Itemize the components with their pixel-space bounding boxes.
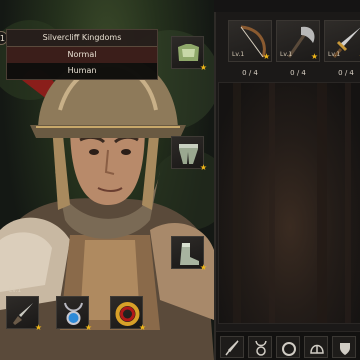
dagger-filter-icon — [225, 340, 239, 356]
filter-bar — [216, 331, 360, 360]
filter-shield-button[interactable] — [332, 336, 356, 358]
slot-level: Lv.1 — [9, 287, 22, 294]
weapon-level: Lv.1 — [328, 51, 341, 58]
weapon-star: ★ — [310, 52, 318, 61]
filter-dagger-button[interactable] — [220, 336, 244, 358]
weapon-slot-bow[interactable]: Lv.1 ★ — [228, 20, 272, 62]
legs-slot[interactable]: ★ — [171, 136, 207, 172]
character-rank: Normal — [7, 47, 157, 63]
slot-star: ★ — [199, 263, 207, 272]
character-race: Human — [7, 63, 157, 79]
amulet-slot[interactable]: ★ — [56, 296, 92, 332]
weapon-count: 0 / 4 — [338, 69, 354, 77]
filter-ring-button[interactable] — [276, 336, 300, 358]
slot-star: ★ — [84, 323, 92, 332]
kingdom-name: Silvercliff Kingdoms — [7, 30, 157, 47]
weapon-level: Lv.1 — [280, 51, 293, 58]
slot-star: ★ — [138, 323, 146, 332]
shield-filter-icon — [340, 343, 350, 355]
slot-star: ★ — [34, 323, 42, 332]
armor-slot[interactable]: ★ — [171, 36, 207, 72]
filter-helmet-button[interactable] — [304, 336, 328, 358]
weapon-row: Lv.1 ★ 0 / 4 Lv.1 ★ 0 / 4 Lv.1 ★ 0 / 4 — [222, 20, 360, 90]
boots-slot[interactable]: ★ — [171, 236, 207, 272]
slot-star: ★ — [199, 163, 207, 172]
inventory-panel: Lv.1 ★ 0 / 4 Lv.1 ★ 0 / 4 Lv.1 ★ 0 / 4 — [214, 12, 360, 360]
amulet-filter-icon — [255, 340, 267, 356]
weapon-count: 0 / 4 — [290, 69, 306, 77]
ring-filter-icon — [282, 342, 296, 356]
weapon-slot-sword[interactable]: Lv.1 ★ — [324, 20, 360, 62]
ring-slot[interactable]: ★ — [110, 296, 146, 332]
dagger-slot[interactable]: Lv.1 ★ — [6, 287, 42, 332]
forest-background — [233, 83, 351, 323]
weapon-level: Lv.1 — [232, 51, 245, 58]
slot-star: ★ — [199, 63, 207, 72]
weapon-star: ★ — [262, 52, 270, 61]
inventory-grid[interactable] — [218, 82, 360, 324]
filter-amulet-button[interactable] — [248, 336, 272, 358]
weapon-slot-axe[interactable]: Lv.1 ★ — [276, 20, 320, 62]
helmet-filter-icon — [310, 344, 324, 354]
character-info: Silvercliff Kingdoms Normal Human — [6, 29, 158, 80]
weapon-count: 0 / 4 — [242, 69, 258, 77]
